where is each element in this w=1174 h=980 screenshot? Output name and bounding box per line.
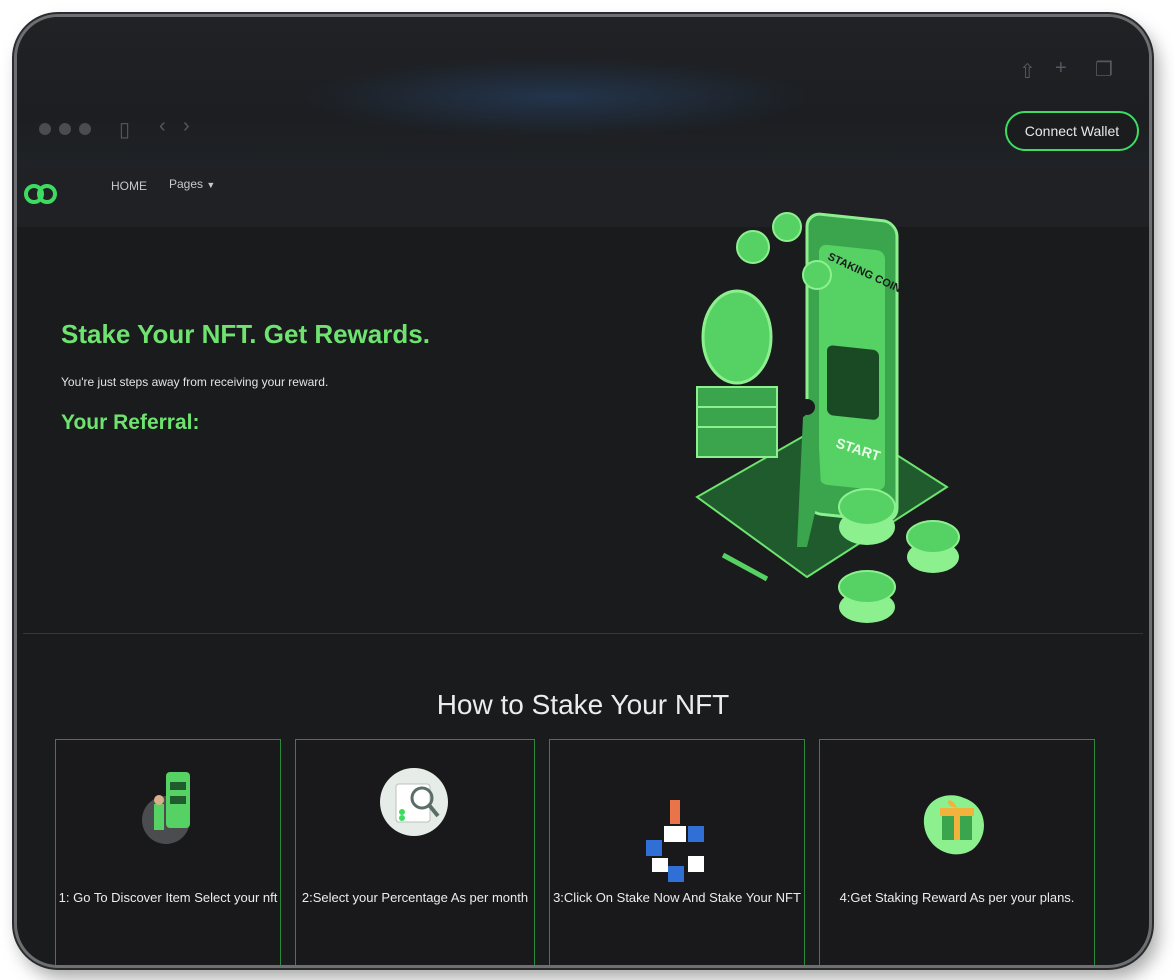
referral-label: Your Referral: (61, 411, 200, 434)
step-card-2: 2:Select your Percentage As per month (295, 739, 535, 965)
step-card-4: 4:Get Staking Reward As per your plans. (819, 739, 1095, 965)
maximize-dot-icon[interactable] (79, 123, 91, 135)
toolbar-glow (297, 57, 817, 137)
close-dot-icon[interactable] (39, 123, 51, 135)
section-divider (23, 633, 1143, 634)
nav-pages-dropdown[interactable]: Pages ▼ (169, 177, 215, 191)
device-frame: ▯ ‹ › ⇧ + ❐ Connect Wallet HOME Pages ▼ … (14, 14, 1152, 968)
browser-toolbar: ▯ ‹ › ⇧ + ❐ Connect Wallet (17, 17, 1149, 177)
stake-blocks-icon (646, 800, 704, 882)
gift-reward-icon (923, 795, 984, 855)
caret-down-icon: ▼ (206, 180, 216, 190)
step-1-label: 1: Go To Discover Item Select your nft (58, 890, 278, 905)
step-4-label: 4:Get Staking Reward As per your plans. (839, 890, 1075, 905)
step-3-label: 3:Click On Stake Now And Stake Your NFT (553, 890, 801, 905)
nav-home-link[interactable]: HOME (111, 179, 147, 193)
minimize-dot-icon[interactable] (59, 123, 71, 135)
step-card-1: 1: Go To Discover Item Select your nft (55, 739, 281, 965)
brand-logo[interactable] (23, 175, 59, 211)
back-icon[interactable]: ‹ (159, 115, 166, 138)
window-controls (39, 123, 91, 135)
hero-title: Stake Your NFT. Get Rewards. (61, 319, 430, 349)
discover-illustration-icon (142, 772, 190, 844)
step-2-label: 2:Select your Percentage As per month (301, 890, 529, 905)
staking-hero-illustration: STAKING COIN START (695, 212, 960, 623)
forward-icon[interactable]: › (183, 115, 190, 138)
connect-wallet-button[interactable]: Connect Wallet (1005, 111, 1139, 151)
step-card-3: 3:Click On Stake Now And Stake Your NFT (549, 739, 805, 965)
tabs-overview-icon[interactable]: ❐ (1095, 57, 1113, 82)
how-to-title: How to Stake Your NFT (436, 689, 730, 720)
percentage-search-icon (380, 768, 448, 836)
sidebar-toggle-icon[interactable]: ▯ (119, 117, 130, 142)
hero-subtitle: You're just steps away from receiving yo… (61, 375, 329, 389)
new-tab-icon[interactable]: + (1055, 57, 1067, 80)
nav-pages-label: Pages (169, 177, 204, 191)
share-icon[interactable]: ⇧ (1019, 59, 1036, 84)
